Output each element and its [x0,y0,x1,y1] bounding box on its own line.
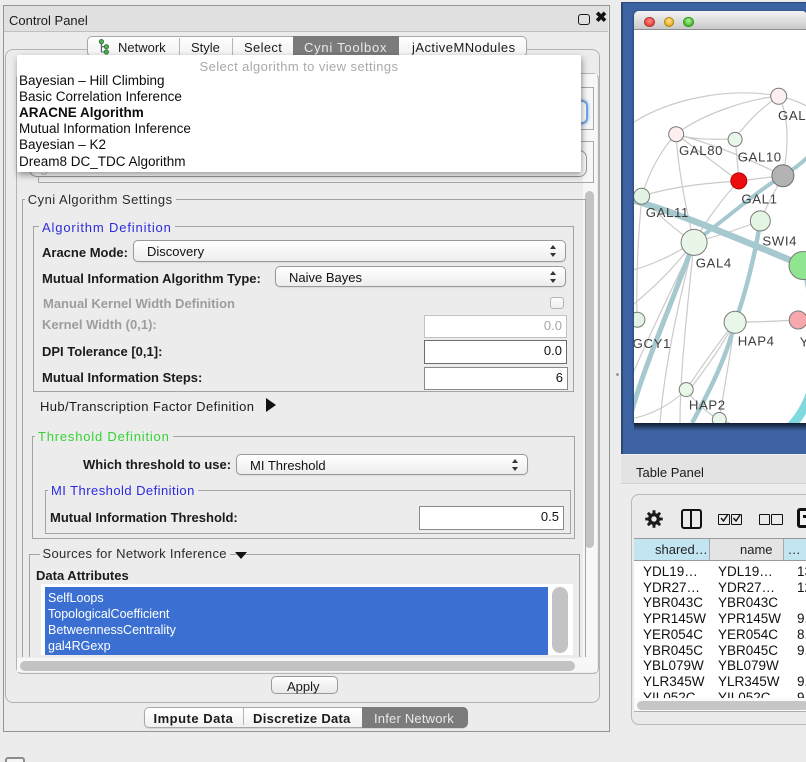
svg-text:GAL1: GAL1 [741,192,777,207]
svg-text:GAL10: GAL10 [738,150,782,165]
svg-text:SWI4: SWI4 [762,234,797,249]
svg-text:GCY1: GCY1 [634,336,671,351]
svg-text:GAL80: GAL80 [679,143,723,158]
svg-text:Y: Y [800,335,806,350]
svg-text:HAP2: HAP2 [689,398,726,413]
svg-text:GAL: GAL [778,108,806,123]
svg-text:HAP4: HAP4 [738,334,775,349]
svg-text:GAL4: GAL4 [696,256,732,271]
svg-text:GAL11: GAL11 [646,205,689,220]
